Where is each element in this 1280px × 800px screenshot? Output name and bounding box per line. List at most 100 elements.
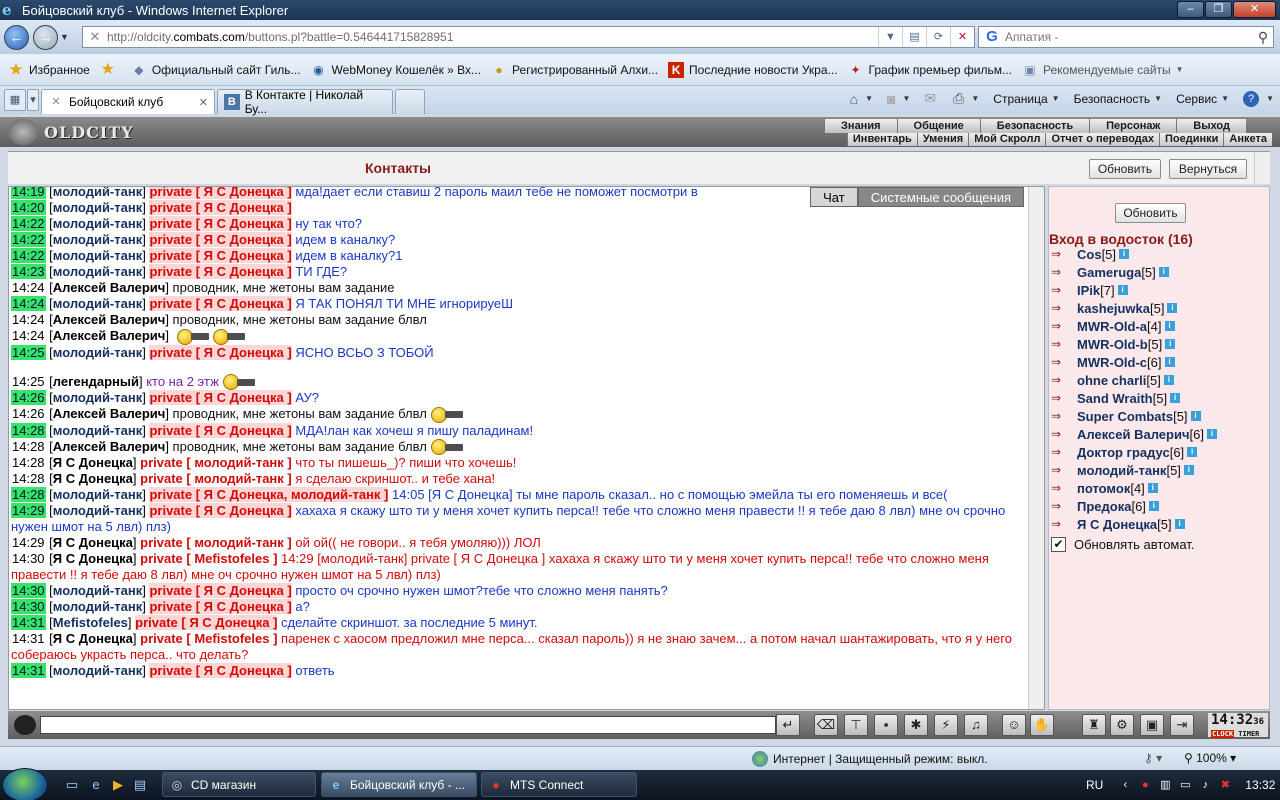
top-scrollbar[interactable] (1254, 152, 1270, 184)
message-author[interactable]: молодий-танк (53, 503, 142, 518)
private-recipients[interactable]: private [ Mefistofeles ] (140, 631, 277, 646)
info-icon[interactable]: i (1207, 429, 1217, 439)
auto-refresh-checkbox[interactable]: ✔ (1051, 537, 1066, 552)
walk-icon[interactable]: ✱ (904, 714, 928, 736)
address-bar[interactable]: ✕ http://oldcity.combats.com/buttons.pl?… (82, 26, 975, 48)
message-author[interactable]: молодий-танк (53, 200, 142, 215)
private-recipients[interactable]: private [ Mefistofeles ] (140, 551, 277, 566)
info-icon[interactable]: i (1147, 483, 1158, 493)
info-icon[interactable]: i (1164, 321, 1175, 331)
message-author[interactable]: Я С Донецка (53, 631, 133, 646)
private-recipients[interactable]: private [ молодий-танк ] (140, 535, 292, 550)
private-recipients[interactable]: private [ Я С Донецка ] (149, 187, 292, 199)
private-recipients[interactable]: private [ Я С Донецка ] (149, 599, 292, 615)
message-author[interactable]: Алексей Валерич (53, 312, 166, 327)
maximize-button[interactable]: ❐ (1205, 1, 1232, 18)
player-item[interactable]: ⇒ MWR-Old-a [4] i (1051, 317, 1217, 335)
chat-scrollbar[interactable] (1028, 187, 1044, 709)
task-mts-connect[interactable]: ● MTS Connect (481, 772, 637, 797)
ie-quicklaunch-icon[interactable]: e (88, 777, 104, 793)
player-item[interactable]: ⇒ потомок [4] i (1051, 479, 1217, 497)
info-icon[interactable]: i (1187, 447, 1198, 457)
search-box[interactable]: G Аппатия - ⚲ (978, 26, 1274, 48)
private-arrow-icon[interactable]: ⇒ (1051, 391, 1077, 405)
info-icon[interactable]: i (1170, 393, 1181, 403)
info-icon[interactable]: i (1117, 285, 1128, 295)
filter-icon[interactable]: ⊤ (844, 714, 868, 736)
private-recipients[interactable]: private [ Я С Донецка ] (149, 583, 292, 599)
sound-icon[interactable]: ♫ (964, 714, 988, 736)
player-name[interactable]: MWR-Old-b (1077, 337, 1148, 352)
network-icon[interactable]: ▥ (1157, 777, 1173, 793)
info-icon[interactable]: i (1167, 303, 1178, 313)
player-name[interactable]: kashejuwka (1077, 301, 1150, 316)
tab-combats[interactable]: ✕ Бойцовский клуб ✕ (41, 89, 215, 114)
eraser-icon[interactable]: ⌫ (814, 714, 838, 736)
message-author[interactable]: молодий-танк (53, 345, 142, 360)
private-arrow-icon[interactable]: ⇒ (1051, 319, 1077, 333)
bag-icon[interactable]: ♜ (1082, 714, 1106, 736)
favorites-button[interactable]: ★ Избранное (8, 59, 89, 81)
message-author[interactable]: Я С Донецка (53, 535, 133, 550)
private-recipients[interactable]: private [ Я С Донецка ] (149, 390, 292, 406)
private-recipients[interactable]: private [ Я С Донецка ] (149, 200, 292, 215)
message-author[interactable]: молодий-танк (53, 583, 142, 598)
lock-icon[interactable]: ▣ (1140, 714, 1164, 736)
player-item[interactable]: ⇒ молодий-танк [5] i (1051, 461, 1217, 479)
message-author[interactable]: легендарный (53, 374, 139, 389)
language-indicator[interactable]: RU (1086, 778, 1103, 792)
speed-icon[interactable]: ⚡ (934, 714, 958, 736)
message-author[interactable]: Алексей Валерич (53, 406, 166, 421)
send-icon[interactable]: ↵ (776, 714, 800, 736)
info-icon[interactable]: i (1174, 519, 1185, 529)
message-author[interactable]: молодий-танк (53, 248, 142, 263)
tab-system-messages[interactable]: Системные сообщения (857, 187, 1024, 207)
mts-tray-icon[interactable]: ● (1137, 777, 1153, 793)
info-icon[interactable]: i (1148, 501, 1159, 511)
player-name[interactable]: MWR-Old-c (1077, 355, 1147, 370)
message-author[interactable]: молодий-танк (53, 264, 142, 279)
player-item[interactable]: ⇒ kashejuwka [5] i (1051, 299, 1217, 317)
message-author[interactable]: Алексей Валерич (53, 439, 166, 454)
menu-knowledge[interactable]: Знания (824, 119, 897, 133)
refresh-contacts-button[interactable]: Обновить (1089, 159, 1161, 179)
forward-button[interactable]: → (33, 24, 58, 50)
player-item[interactable]: ⇒ Cos [5] i (1051, 245, 1217, 263)
player-name[interactable]: Алексей Валерич (1077, 427, 1190, 442)
refresh-icon[interactable]: ⟳ (926, 27, 950, 47)
player-item[interactable]: ⇒ ohne charli [5] i (1051, 371, 1217, 389)
address-dropdown-icon[interactable]: ▼ (878, 27, 902, 47)
private-recipients[interactable]: private [ Я С Донецка ] (149, 248, 292, 263)
menu-communication[interactable]: Общение (896, 119, 980, 133)
menu-battles[interactable]: Поединки (1159, 133, 1224, 146)
task-cd-store[interactable]: ◎ CD магазин (162, 772, 316, 797)
private-recipients[interactable]: private [ Я С Донецка ] (149, 344, 292, 360)
exit-icon[interactable]: ⇥ (1170, 714, 1194, 736)
player-item[interactable]: ⇒ MWR-Old-c [6] i (1051, 353, 1217, 371)
page-menu[interactable]: Страница ▼ (993, 92, 1059, 106)
message-author[interactable]: Алексей Валерич (53, 280, 166, 295)
media-player-icon[interactable]: ▶ (110, 777, 126, 793)
help-button[interactable]: ? ▼ (1243, 90, 1274, 107)
menu-my-scroll[interactable]: Мой Скролл (968, 133, 1046, 146)
message-author[interactable]: молодий-танк (53, 423, 142, 438)
player-item[interactable]: ⇒ MWR-Old-b [5] i (1051, 335, 1217, 353)
private-recipients[interactable]: private [ Я С Донецка ] (149, 422, 292, 438)
tools-menu[interactable]: Сервис ▼ (1176, 92, 1229, 106)
info-icon[interactable]: i (1190, 411, 1201, 421)
zoom-control[interactable]: ⚲ 100% ▾ (1184, 751, 1236, 765)
private-arrow-icon[interactable]: ⇒ (1051, 265, 1077, 279)
close-window-button[interactable]: ✕ (1233, 1, 1276, 18)
minimize-button[interactable]: – (1177, 1, 1204, 18)
message-author[interactable]: молодий-танк (53, 232, 142, 247)
close-tab-icon[interactable]: ✕ (199, 96, 208, 109)
private-arrow-icon[interactable]: ⇒ (1051, 247, 1077, 261)
private-arrow-icon[interactable]: ⇒ (1051, 409, 1077, 423)
message-author[interactable]: Я С Донецка (53, 551, 133, 566)
menu-transfer-report[interactable]: Отчет о переводах (1045, 133, 1160, 146)
private-recipients[interactable]: private [ Я С Донецка, молодий-танк ] (149, 487, 389, 503)
message-author[interactable]: Алексей Валерич (53, 328, 166, 343)
message-author[interactable]: Я С Донецка (53, 471, 133, 486)
player-item[interactable]: ⇒ IPik [7] i (1051, 281, 1217, 299)
player-item[interactable]: ⇒ Gameruga [5] i (1051, 263, 1217, 281)
